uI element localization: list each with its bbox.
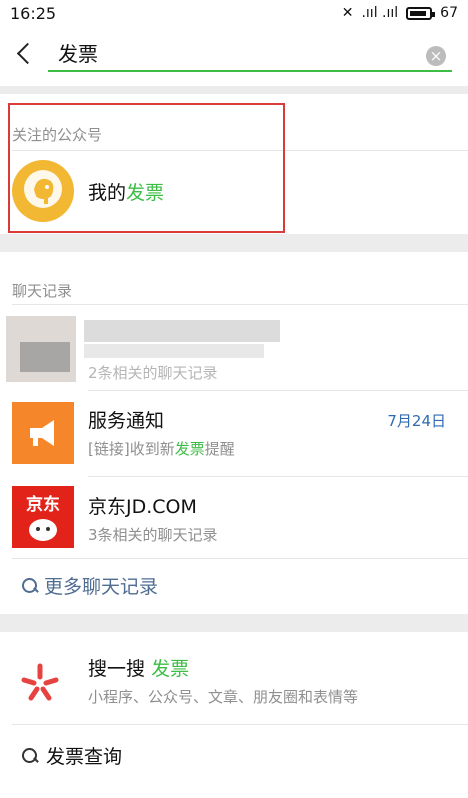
sousou-subtitle: 小程序、公众号、文章、朋友圈和表情等	[88, 688, 359, 706]
chat-name: 京东JD.COM	[88, 496, 197, 518]
more-chat-records-link[interactable]: 更多聊天记录	[22, 572, 158, 599]
sousou-icon	[21, 663, 59, 701]
highlight-annotation	[8, 103, 285, 233]
search-header: 发票 ×	[0, 26, 468, 86]
chat-item-jd[interactable]: 京东 京东JD.COM 3条相关的聊天记录	[0, 478, 468, 562]
search-icon	[22, 747, 38, 764]
search-input[interactable]: 发票	[48, 40, 452, 72]
chat-subtitle: 3条相关的聊天记录	[88, 526, 218, 544]
chat-item-blurred[interactable]: 2条相关的聊天记录	[0, 306, 468, 390]
chat-date: 7月24日	[387, 412, 446, 430]
back-button[interactable]	[10, 38, 40, 72]
svg-text:京东: 京东	[26, 494, 60, 515]
chat-records-section: 聊天记录 2条相关的聊天记录 服务通知 7月24日 [链接]收到新发票提醒 京东	[0, 252, 468, 614]
suggestion-item[interactable]: 发票查询	[22, 742, 122, 769]
sousou-item[interactable]: 搜一搜 发票 小程序、公众号、文章、朋友圈和表情等	[0, 632, 468, 724]
chat-subtitle: 2条相关的聊天记录	[88, 364, 218, 382]
chat-subtitle: [链接]收到新发票提醒	[88, 440, 235, 458]
search-icon	[22, 577, 38, 594]
clear-icon[interactable]: ×	[426, 46, 446, 66]
jd-logo-icon: 京东	[12, 486, 74, 548]
sousou-section: 搜一搜 发票 小程序、公众号、文章、朋友圈和表情等	[0, 632, 468, 798]
battery-icon	[406, 6, 436, 20]
chat-name: 服务通知	[88, 410, 165, 432]
sousou-title: 搜一搜 发票	[88, 658, 190, 680]
mute-icon: ✕	[341, 5, 354, 21]
megaphone-icon	[12, 402, 74, 464]
status-time: 16:25	[10, 3, 57, 23]
signal-icon: .ııl .ııl	[361, 5, 399, 21]
battery-level: 67	[440, 5, 458, 21]
section-title: 聊天记录	[12, 282, 73, 300]
chat-item-service[interactable]: 服务通知 7月24日 [链接]收到新发票提醒	[0, 392, 468, 476]
status-bar: 16:25 ✕ .ııl .ııl 67	[0, 0, 468, 26]
